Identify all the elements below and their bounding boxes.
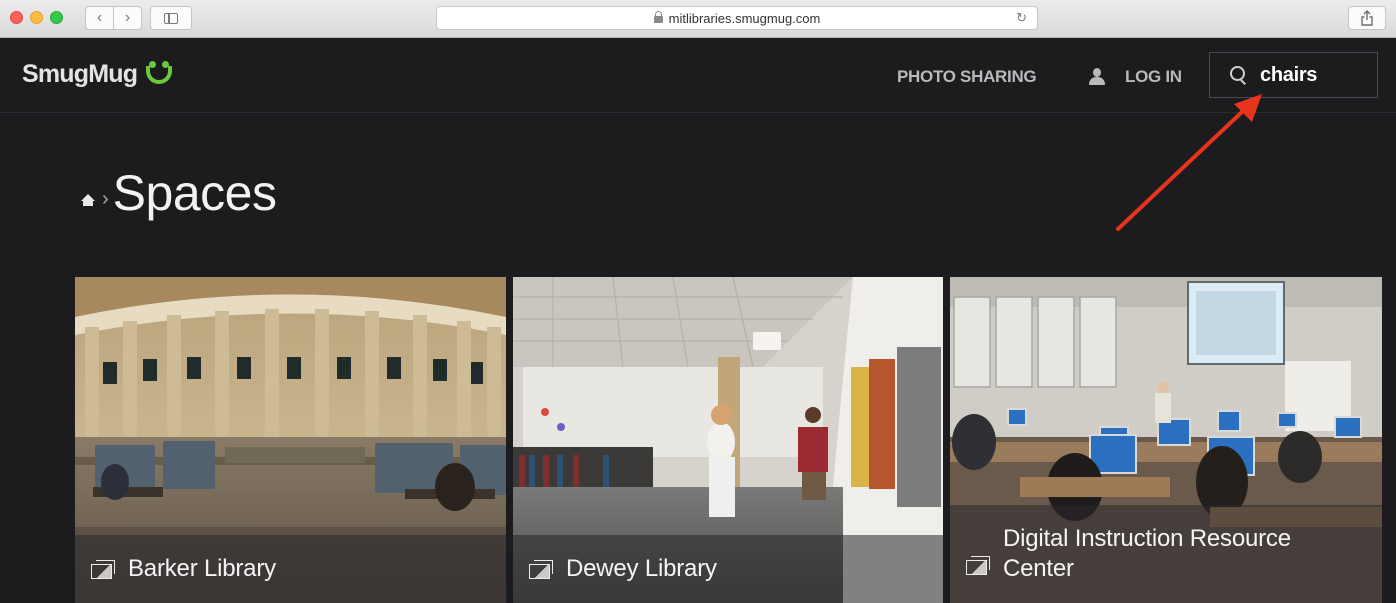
- gallery-icon: [529, 560, 553, 579]
- url-text: mitlibraries.smugmug.com: [668, 10, 821, 26]
- close-window-button[interactable]: [10, 11, 23, 24]
- sidebar-toggle-button[interactable]: [150, 6, 192, 30]
- gallery-tile-dewey[interactable]: Dewey Library: [513, 277, 943, 603]
- address-bar[interactable]: mitlibraries.smugmug.com ↻: [436, 6, 1038, 30]
- search-input[interactable]: chairs: [1209, 52, 1378, 98]
- gallery-icon: [966, 556, 990, 575]
- site-header: SmugMug PHOTO SHARING LOG IN chairs: [0, 38, 1396, 113]
- gallery-tile-dirc[interactable]: Digital Instruction Resource Center: [950, 277, 1382, 603]
- reload-icon[interactable]: ↻: [1016, 10, 1027, 26]
- browser-toolbar: ‹ › mitlibraries.smugmug.com ↻: [0, 0, 1396, 38]
- forward-button[interactable]: ›: [114, 7, 141, 29]
- share-icon: [1361, 10, 1373, 26]
- tile-label: Barker Library: [128, 555, 276, 582]
- page-title: Spaces: [112, 165, 277, 221]
- tile-caption: Dewey Library: [513, 535, 943, 603]
- search-value: chairs: [1260, 63, 1318, 86]
- photo-sharing-link[interactable]: PHOTO SHARING: [897, 67, 1037, 87]
- logo-text: SmugMug: [22, 59, 138, 88]
- maximize-window-button[interactable]: [50, 11, 63, 24]
- log-in-link[interactable]: LOG IN: [1089, 67, 1182, 87]
- tile-label: Digital Instruction Resource Center: [1003, 525, 1291, 582]
- lock-icon: [653, 10, 663, 23]
- gallery-icon: [91, 560, 115, 579]
- history-nav: ‹ ›: [85, 6, 142, 30]
- home-icon[interactable]: [81, 194, 95, 206]
- log-in-label: LOG IN: [1125, 67, 1182, 86]
- tile-caption: Digital Instruction Resource Center: [950, 505, 1382, 603]
- tile-caption: Barker Library: [75, 535, 506, 603]
- back-button[interactable]: ‹: [86, 7, 114, 29]
- share-button[interactable]: [1348, 6, 1386, 30]
- tile-label: Dewey Library: [566, 555, 717, 582]
- smiley-logo-icon: [144, 58, 174, 90]
- user-icon: [1089, 68, 1105, 86]
- minimize-window-button[interactable]: [30, 11, 43, 24]
- sidebar-icon: [164, 12, 178, 24]
- breadcrumb: › Spaces: [81, 164, 277, 222]
- smugmug-logo[interactable]: SmugMug: [22, 58, 174, 90]
- chevron-right-icon: ›: [102, 187, 109, 210]
- gallery-tile-barker[interactable]: Barker Library: [75, 277, 506, 603]
- search-icon: [1230, 66, 1248, 84]
